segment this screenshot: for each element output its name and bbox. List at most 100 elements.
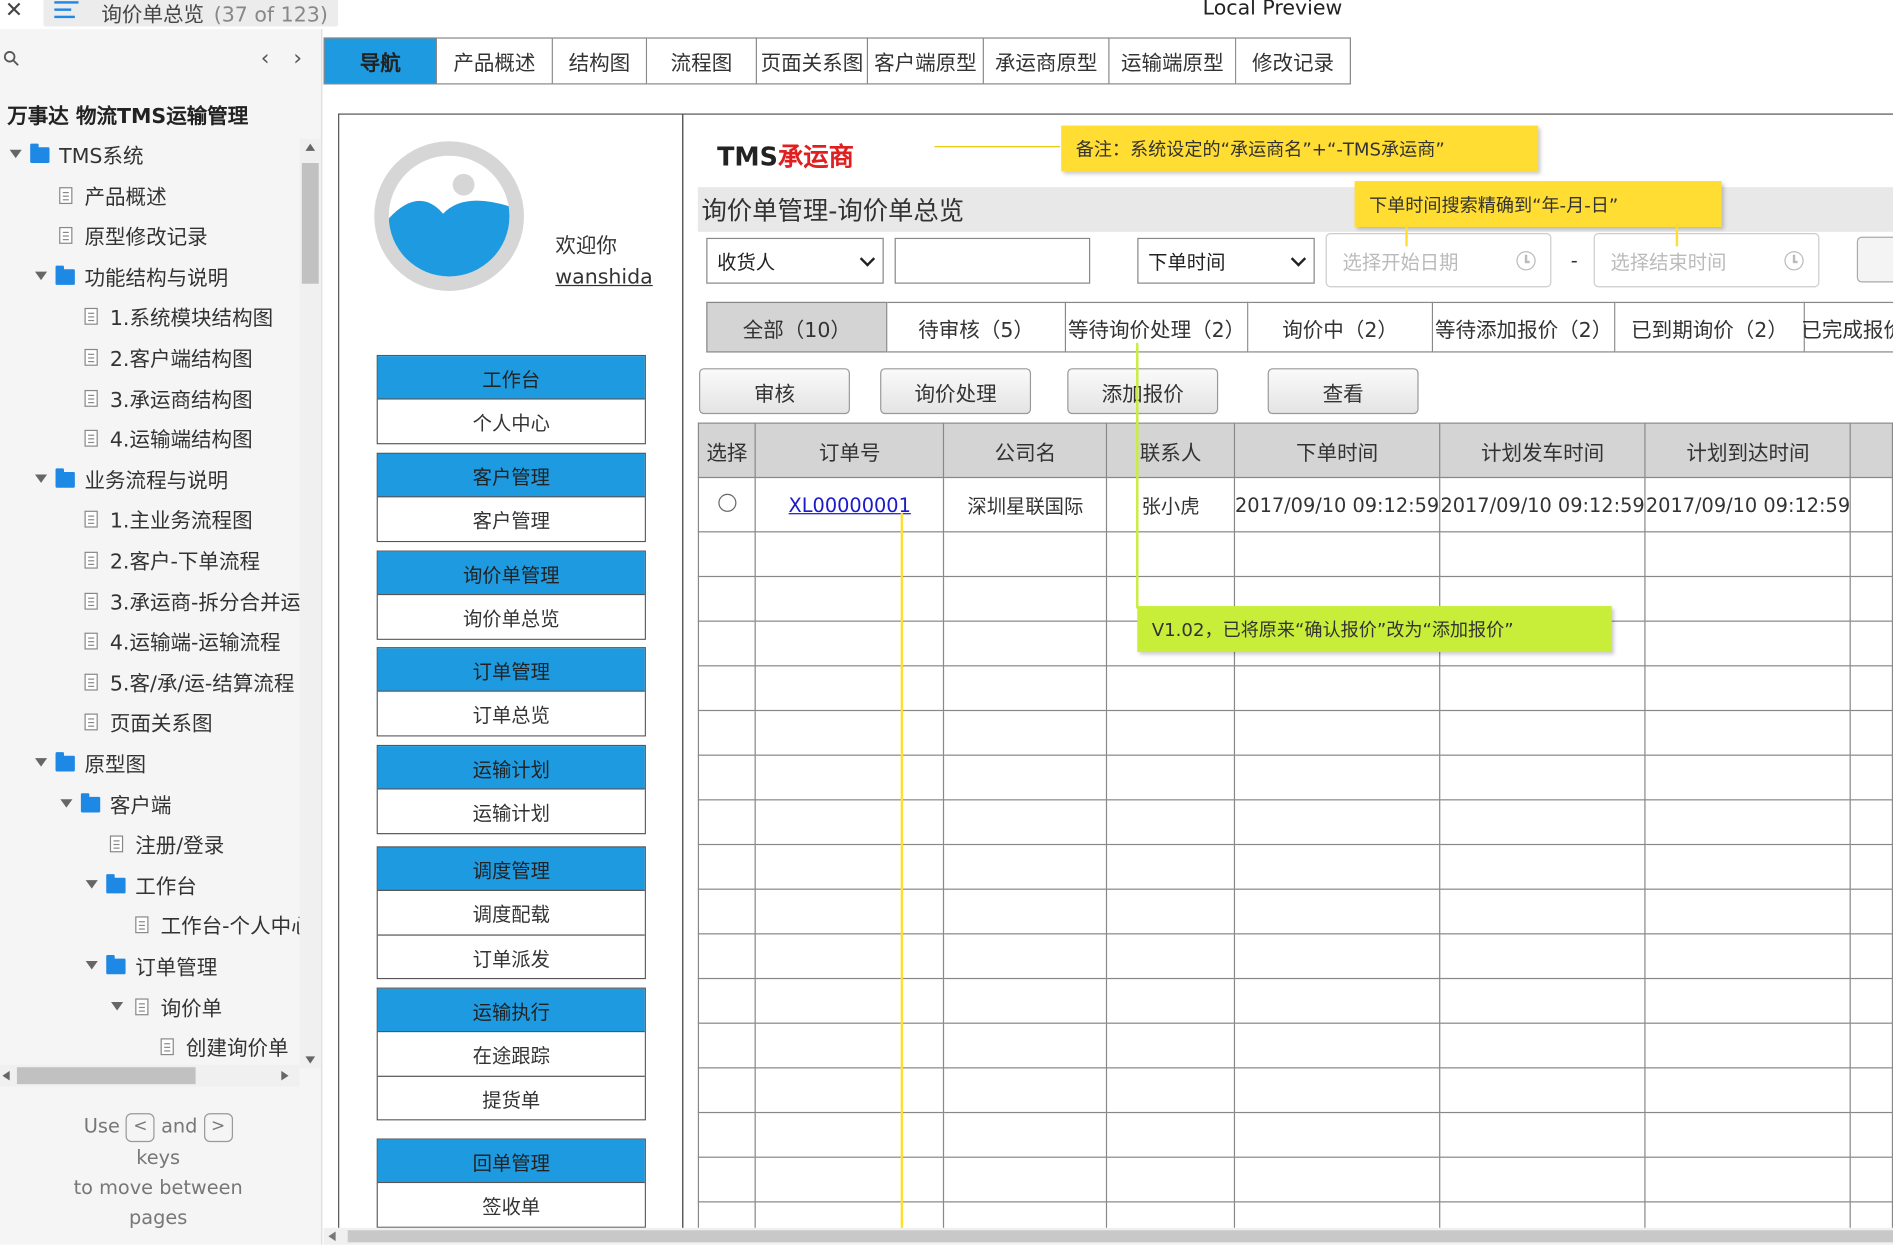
status-tab[interactable]: 已到期询价（2） [1615, 301, 1805, 353]
table-cell [1233, 799, 1441, 846]
expand-arrow-icon[interactable] [85, 879, 98, 889]
order-number-link[interactable]: XL00000001 [789, 493, 911, 516]
menu-item[interactable]: 签收单 [377, 1183, 645, 1227]
menu-item[interactable]: 询价单总览 [377, 595, 645, 639]
expand-arrow-icon[interactable] [111, 1001, 124, 1011]
keyword-input[interactable] [894, 237, 1091, 284]
add-quote-button[interactable]: 添加报价 [1067, 368, 1219, 415]
expand-arrow-icon[interactable] [35, 271, 48, 280]
column-header: 计划到达时间 [1644, 422, 1852, 479]
row-radio[interactable] [717, 493, 736, 512]
table-cell [1233, 665, 1441, 712]
expand-arrow-icon[interactable] [35, 758, 48, 767]
scroll-left-icon[interactable] [2, 1070, 10, 1081]
table-cell [1644, 709, 1852, 756]
table-cell [1439, 843, 1646, 890]
canvas-horizontal-scrollbar[interactable] [323, 1227, 1893, 1245]
search-icon[interactable] [3, 51, 20, 67]
scroll-down-icon[interactable] [305, 1056, 316, 1064]
table-cell [1850, 531, 1893, 578]
tree-vertical-scrollbar[interactable] [299, 138, 322, 1069]
status-tabs: 全部（10） 待审核（5） 等待询价处理（2） 询价中（2） 等待添加报价（2） 已到期询… [706, 301, 1893, 353]
status-tab[interactable]: 等待添加报价（2） [1433, 301, 1616, 353]
menu-item[interactable]: 订单派发 [377, 934, 645, 978]
nav-tab-6[interactable]: 客户端原型 [868, 37, 984, 85]
search-button[interactable] [1856, 236, 1893, 283]
tree-item-label: 注册/登录 [135, 834, 225, 859]
clock-icon [1516, 251, 1536, 271]
scroll-left-icon[interactable] [328, 1231, 336, 1242]
table-row-empty [697, 1111, 1893, 1158]
menu-item[interactable]: 运输计划 [377, 789, 645, 834]
nav-tab-2[interactable]: 产品概述 [437, 37, 553, 85]
menu-item[interactable]: 提货单 [377, 1075, 645, 1120]
process-inquiry-button[interactable]: 询价处理 [880, 368, 1032, 415]
field-select[interactable]: 收货人 [706, 237, 884, 284]
column-header: 公司名 [943, 422, 1108, 479]
nav-tab-5[interactable]: 页面关系图 [756, 37, 869, 85]
scrollbar-thumb[interactable] [16, 1067, 196, 1085]
tree-item-label: 页面关系图 [109, 712, 213, 737]
menu-group: 工作台 个人中心 [376, 354, 646, 445]
nav-tab-9[interactable]: 修改记录 [1236, 37, 1351, 85]
project-title: 万事达 物流TMS运输管理 [7, 105, 249, 130]
scroll-up-icon[interactable] [305, 143, 316, 151]
prev-page-icon[interactable]: ‹ [261, 46, 270, 71]
table-cell [1106, 665, 1235, 712]
expand-arrow-icon[interactable] [9, 149, 22, 159]
status-tab[interactable]: 等待询价处理（2） [1066, 301, 1249, 353]
table-cell: 张小虎 [1106, 476, 1235, 533]
table-cell [697, 531, 757, 578]
scroll-right-icon[interactable] [281, 1070, 289, 1081]
app-title: Local Preview [1202, 0, 1343, 21]
nav-tab-1[interactable]: 导航 [323, 37, 438, 85]
expand-arrow-icon[interactable] [60, 798, 73, 808]
end-date-input[interactable]: 选择结束时间 [1593, 233, 1820, 288]
nav-tab-7[interactable]: 承运商原型 [983, 37, 1110, 85]
table-cell [697, 754, 757, 801]
view-button[interactable]: 查看 [1267, 368, 1419, 415]
menu-item[interactable]: 在途跟踪 [377, 1032, 645, 1076]
table-cell [754, 620, 945, 667]
status-tab[interactable]: 全部（10） [706, 301, 888, 353]
table-cell [943, 754, 1108, 801]
tree-horizontal-scrollbar[interactable] [0, 1064, 300, 1087]
approve-button[interactable]: 审核 [699, 368, 850, 415]
status-tab[interactable]: 已完成报价 [1801, 301, 1893, 353]
table-cell [1106, 799, 1235, 846]
expand-arrow-icon[interactable] [35, 474, 48, 483]
nav-tab-8[interactable]: 运输端原型 [1109, 37, 1237, 85]
start-date-input[interactable]: 选择开始日期 [1325, 233, 1552, 288]
status-tab[interactable]: 询价中（2） [1248, 301, 1434, 353]
table-cell [697, 933, 757, 980]
scrollbar-thumb[interactable] [301, 162, 319, 284]
table-cell [943, 1156, 1108, 1203]
avatar[interactable] [374, 141, 524, 291]
menu-item[interactable]: 个人中心 [377, 399, 645, 444]
table-row-empty [697, 754, 1893, 801]
table-cell [1850, 665, 1893, 712]
table-cell [697, 1111, 757, 1158]
time-field-select[interactable]: 下单时间 [1137, 237, 1315, 284]
table-cell: 深圳星联国际 [943, 476, 1108, 533]
table-row-empty [697, 888, 1893, 935]
tree-item-label: 3.承运商-拆分合并运 [109, 591, 300, 616]
status-tab[interactable]: 待审核（5） [887, 301, 1067, 353]
table-row[interactable]: XL00000001 深圳星联国际 张小虎 2017/09/10 09:12:59 20… [697, 476, 1893, 533]
menu-item[interactable]: 调度配载 [377, 890, 645, 935]
nav-tab-4[interactable]: 流程图 [647, 37, 757, 85]
right-key-icon: > [203, 1112, 233, 1142]
sidebar-toolbar: ‹ › [0, 29, 322, 89]
menu-item[interactable]: 客户管理 [377, 497, 645, 541]
scrollbar-thumb[interactable] [347, 1230, 1893, 1243]
table-row-empty [697, 1022, 1893, 1069]
username-link[interactable]: wanshida [555, 266, 652, 290]
nav-tab-3[interactable]: 结构图 [552, 37, 648, 85]
expand-arrow-icon[interactable] [85, 961, 98, 970]
table-cell [943, 709, 1108, 756]
table-cell [1106, 709, 1235, 756]
next-page-icon[interactable]: › [293, 46, 302, 71]
menu-item[interactable]: 订单总览 [377, 691, 645, 736]
sidebar: ‹ › 万事达 物流TMS运输管理 TMS系统 产品概述 原型修改记录 功能结构与说明… [0, 28, 323, 1245]
table-row-empty [697, 977, 1893, 1024]
